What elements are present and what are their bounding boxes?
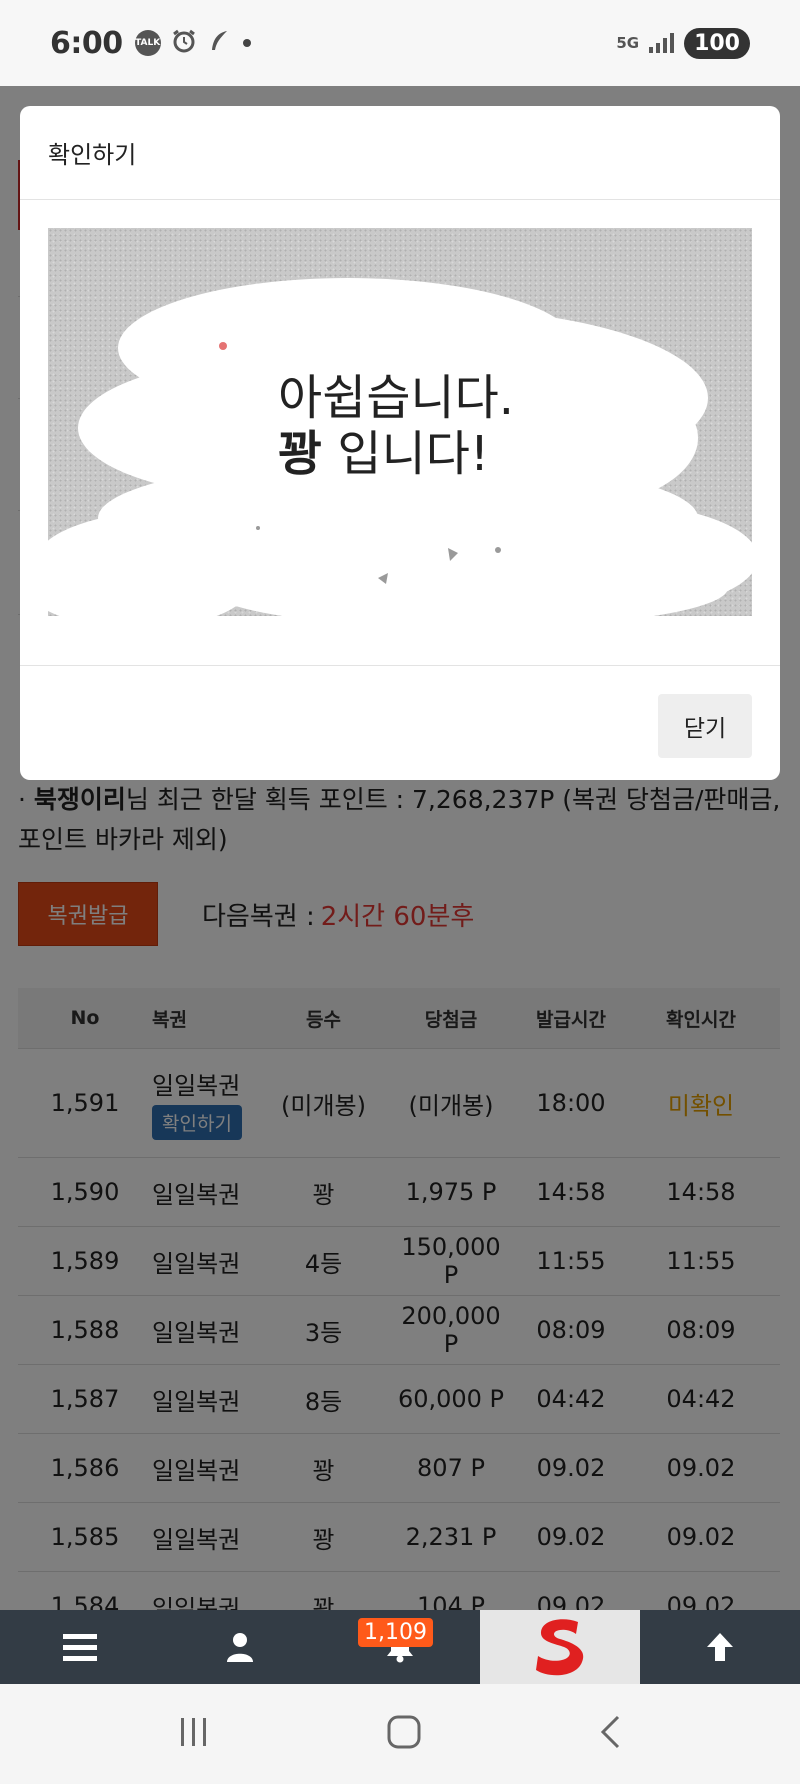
battery-indicator: 100	[684, 27, 750, 59]
menu-button[interactable]	[0, 1610, 160, 1684]
back-icon	[600, 1715, 620, 1749]
modal-title: 확인하기	[48, 141, 137, 169]
status-bar: 6:00 TALK 5G 100	[0, 0, 800, 86]
home-logo-button[interactable]	[480, 1610, 640, 1684]
user-icon	[227, 1633, 253, 1662]
scroll-top-button[interactable]	[640, 1610, 800, 1684]
recent-apps-button[interactable]	[178, 1716, 210, 1752]
modal-footer: 닫기	[20, 666, 780, 780]
home-button[interactable]	[386, 1714, 422, 1754]
modal-body: 아쉽습니다. 꽝 입니다!	[20, 200, 780, 666]
back-button[interactable]	[598, 1714, 622, 1754]
result-line-1: 아쉽습니다.	[278, 370, 515, 426]
signal-icon	[649, 33, 675, 53]
check-modal: 확인하기 아쉽습니다. 꽝 입니다! 닫기	[20, 106, 780, 780]
arrow-up-icon	[707, 1633, 733, 1661]
feather-icon	[207, 28, 233, 58]
talk-icon: TALK	[134, 30, 161, 56]
alarm-icon	[171, 28, 197, 58]
scratch-result-text: 아쉽습니다. 꽝 입니다!	[278, 370, 514, 482]
logo	[536, 1619, 584, 1676]
notification-count-badge: 1,109	[358, 1618, 433, 1647]
recent-apps-icon	[181, 1718, 206, 1746]
status-time: 6:00	[50, 25, 123, 61]
status-notification-icons: TALK	[134, 28, 251, 58]
network-type: 5G	[616, 34, 640, 52]
result-rank: 꽝	[278, 426, 323, 482]
home-icon	[387, 1715, 421, 1749]
result-line-2: 입니다!	[322, 426, 490, 482]
scratch-card[interactable]: 아쉽습니다. 꽝 입니다!	[48, 228, 752, 616]
menu-icon	[63, 1634, 97, 1661]
more-notifications-dot	[242, 39, 251, 47]
modal-header: 확인하기	[20, 106, 780, 200]
close-button[interactable]: 닫기	[658, 694, 752, 758]
user-button[interactable]	[160, 1610, 320, 1684]
system-nav-bar	[0, 1684, 800, 1784]
